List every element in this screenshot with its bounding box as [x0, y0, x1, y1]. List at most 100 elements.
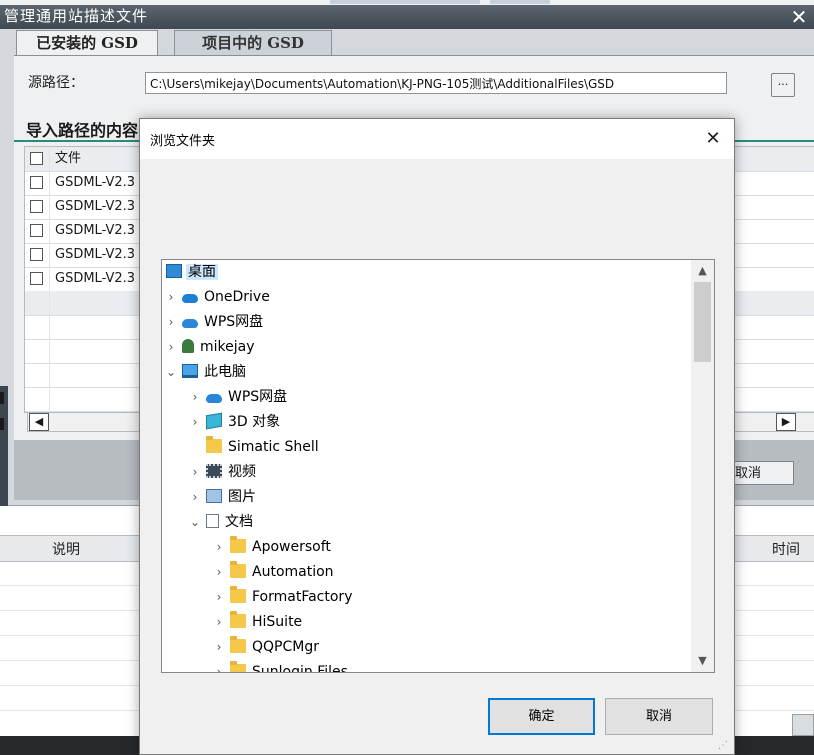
description-column-header[interactable]: 说明 [52, 539, 80, 559]
chevron-right-icon[interactable]: › [188, 385, 202, 409]
chevron-down-icon[interactable]: ⌄ [188, 510, 202, 534]
source-path-input[interactable]: C:\Users\mikejay\Documents\Automation\KJ… [145, 72, 727, 94]
tree-item-label: OneDrive [204, 289, 270, 305]
browse-folder-title: 浏览文件夹 [150, 134, 216, 149]
cancel-button[interactable]: 取消 [605, 698, 713, 735]
scroll-up-arrow-icon[interactable]: ▲ [694, 262, 711, 280]
row-checkbox[interactable] [30, 248, 43, 261]
folder-icon [206, 436, 222, 453]
tree-item-label: 视频 [228, 464, 256, 480]
pictures-icon [206, 489, 222, 503]
chevron-right-icon[interactable]: › [212, 585, 226, 609]
import-path-heading: 导入路径的内容 [26, 121, 139, 140]
row-checkbox[interactable] [30, 200, 43, 213]
folder-icon [230, 636, 246, 653]
tree-item-label: QQPCMgr [252, 639, 319, 655]
scroll-down-arrow-icon[interactable]: ▼ [694, 652, 711, 670]
background-tab [330, 0, 480, 4]
tree-item-label: Simatic Shell [228, 439, 319, 455]
folder-tree[interactable]: 桌面 › OneDrive › WPS网盘 › mikejay ⌄ 此电脑 › WPS网盘… [161, 259, 715, 673]
file-name-cell: GSDML-V2.3 [55, 175, 136, 190]
tree-item-label: FormatFactory [252, 589, 353, 605]
desktop-icon [166, 264, 182, 278]
edge-marker [0, 418, 4, 430]
tree-item-simatic-shell[interactable]: Simatic Shell [188, 435, 321, 459]
onedrive-icon [182, 293, 198, 303]
user-icon [182, 339, 194, 353]
3d-objects-icon [206, 412, 222, 430]
folder-icon [230, 611, 246, 628]
manage-gsd-title: 管理通用站描述文件 [4, 7, 149, 25]
tree-item-3d-objects[interactable]: › 3D 对象 [188, 410, 282, 434]
file-column-header: 文件 [55, 151, 82, 166]
tree-item-pictures[interactable]: › 图片 [188, 485, 258, 509]
browse-folder-titlebar [140, 119, 734, 159]
scroll-left-arrow-icon[interactable]: ◀ [29, 413, 49, 431]
tree-item-label: 文档 [225, 514, 253, 530]
chevron-right-icon[interactable]: › [212, 560, 226, 584]
folder-icon [230, 561, 246, 578]
tree-item-label: 3D 对象 [228, 414, 281, 430]
tree-item-label: 图片 [228, 489, 256, 505]
row-checkbox[interactable] [30, 176, 43, 189]
background-tab [490, 0, 550, 4]
chevron-right-icon[interactable]: › [212, 535, 226, 559]
row-checkbox[interactable] [30, 272, 43, 285]
select-all-checkbox[interactable] [30, 152, 43, 165]
resize-grip-icon[interactable]: ⋰ [718, 740, 732, 754]
file-name-cell: GSDML-V2.3 [55, 247, 136, 262]
tab-project-gsd[interactable]: 项目中的 GSD [174, 30, 332, 55]
tree-item-hisuite[interactable]: › HiSuite [212, 610, 304, 634]
browse-path-button[interactable]: ... [771, 73, 795, 97]
tree-item-qqpcmgr[interactable]: › QQPCMgr [212, 635, 321, 659]
tree-item-label: WPS网盘 [228, 389, 288, 405]
tree-item-mikejay[interactable]: › mikejay [164, 335, 257, 359]
tree-item-wps-cloud[interactable]: › WPS网盘 [164, 310, 265, 334]
chevron-right-icon[interactable]: › [164, 310, 178, 334]
chevron-down-icon[interactable]: ⌄ [164, 360, 178, 384]
chevron-right-icon[interactable]: › [188, 460, 202, 484]
tree-item-wps-cloud-pc[interactable]: › WPS网盘 [188, 385, 289, 409]
browse-folder-close-button[interactable]: ✕ [700, 127, 726, 151]
tree-item-videos[interactable]: › 视频 [188, 460, 258, 484]
tree-item-label: 桌面 [186, 264, 218, 280]
chevron-right-icon[interactable]: › [188, 485, 202, 509]
column-divider [49, 147, 50, 412]
edge-marker [0, 392, 4, 404]
tree-item-this-pc[interactable]: ⌄ 此电脑 [164, 360, 248, 384]
tree-item-label: mikejay [200, 339, 255, 355]
left-window-edge [0, 386, 8, 506]
folder-icon [230, 536, 246, 553]
chevron-right-icon[interactable]: › [212, 610, 226, 634]
row-checkbox[interactable] [30, 224, 43, 237]
tree-item-documents[interactable]: ⌄ 文档 [188, 510, 255, 534]
tree-item-apowersoft[interactable]: › Apowersoft [212, 535, 333, 559]
tab-installed-gsd[interactable]: 已安装的 GSD [16, 30, 158, 55]
folder-icon [230, 661, 246, 672]
tree-item-formatfactory[interactable]: › FormatFactory [212, 585, 354, 609]
chevron-right-icon[interactable]: › [164, 285, 178, 309]
file-name-cell: GSDML-V2.3 [55, 199, 136, 214]
tree-item-label: Sunlogin Files [252, 664, 348, 673]
wps-cloud-icon [206, 393, 222, 403]
tree-item-sunlogin-files[interactable]: › Sunlogin Files [212, 660, 350, 673]
documents-icon [206, 514, 219, 528]
manage-gsd-cancel-button[interactable]: 取消 [734, 461, 794, 485]
video-icon [206, 464, 222, 478]
time-column-header[interactable]: 时间 [772, 539, 800, 559]
info-scroll-button[interactable] [792, 714, 814, 736]
tree-item-onedrive[interactable]: › OneDrive [164, 285, 272, 309]
chevron-right-icon[interactable]: › [212, 660, 226, 672]
tree-scroll-thumb[interactable] [694, 282, 711, 362]
this-pc-icon [182, 364, 198, 378]
tree-item-desktop[interactable]: 桌面 [162, 260, 218, 284]
chevron-right-icon[interactable]: › [212, 635, 226, 659]
ok-button[interactable]: 确定 [488, 698, 595, 735]
scroll-right-arrow-icon[interactable]: ▶ [776, 413, 796, 431]
manage-gsd-close-button[interactable]: ✕ [787, 6, 811, 28]
tree-item-label: HiSuite [252, 614, 303, 630]
chevron-right-icon[interactable]: › [164, 335, 178, 359]
file-name-cell: GSDML-V2.3 [55, 271, 136, 286]
tree-item-automation[interactable]: › Automation [212, 560, 336, 584]
chevron-right-icon[interactable]: › [188, 410, 202, 434]
